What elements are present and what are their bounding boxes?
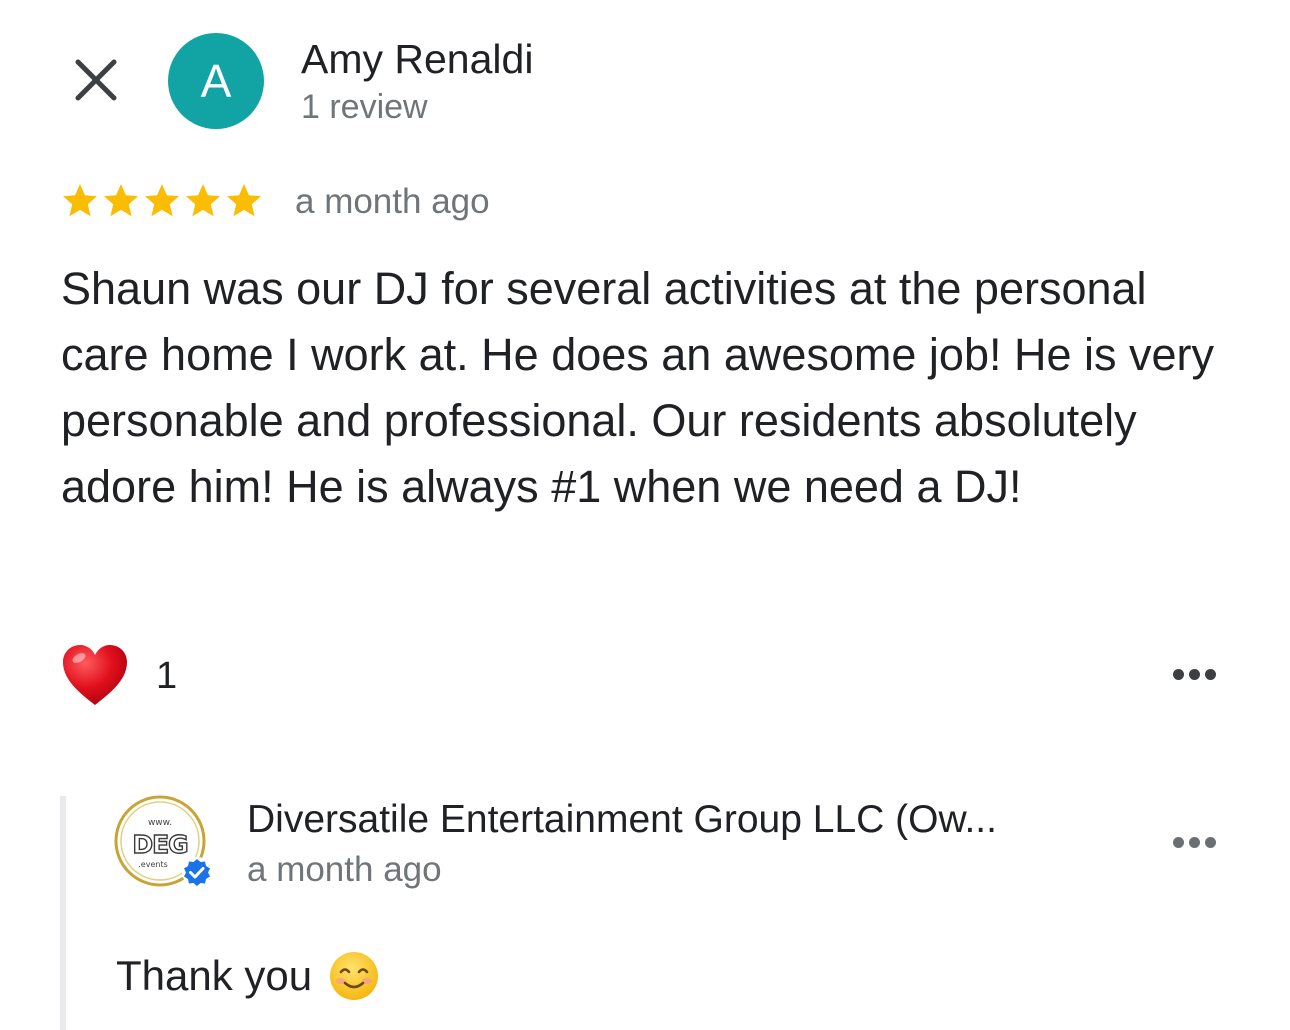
reviewer-avatar[interactable]: A bbox=[168, 33, 264, 129]
owner-reply-text: Thank you bbox=[116, 950, 380, 1002]
star-icon bbox=[63, 184, 97, 217]
dot bbox=[1172, 836, 1184, 848]
smiling-face-icon bbox=[330, 952, 379, 1000]
close-button[interactable] bbox=[66, 50, 126, 110]
dot bbox=[1188, 668, 1200, 680]
logo-top-text: www. bbox=[148, 818, 172, 828]
avatar-letter: A bbox=[200, 55, 232, 107]
owner-reply-message: Thank you bbox=[116, 952, 313, 999]
owner-name: Diversatile Entertainment Group LLC (Ow.… bbox=[247, 798, 997, 841]
more-horizontal-icon bbox=[1172, 836, 1216, 848]
reviewer-name[interactable]: Amy Renaldi bbox=[301, 36, 533, 83]
verified-badge-icon bbox=[182, 857, 212, 887]
star-icon bbox=[186, 184, 220, 217]
review-detail-sheet: A Amy Renaldi 1 review a month ago Shaun… bbox=[0, 0, 1290, 1030]
star-rating bbox=[61, 182, 263, 220]
review-text: Shaun was our DJ for several activities … bbox=[61, 263, 1215, 512]
owner-reply-more-button[interactable] bbox=[1164, 822, 1224, 862]
dot bbox=[1172, 668, 1184, 680]
owner-reply-time: a month ago bbox=[247, 850, 442, 889]
review-time: a month ago bbox=[295, 182, 490, 221]
more-horizontal-icon bbox=[1172, 668, 1216, 680]
dot bbox=[1204, 668, 1216, 680]
close-icon bbox=[75, 59, 117, 101]
star-icon bbox=[145, 184, 179, 217]
reaction-button[interactable]: 1 bbox=[60, 640, 177, 712]
review-more-button[interactable] bbox=[1164, 654, 1224, 694]
owner-avatar[interactable]: www. DEG .events bbox=[113, 795, 213, 889]
star-icon bbox=[104, 184, 138, 217]
logo-main-text: DEG bbox=[132, 830, 187, 859]
dot bbox=[1188, 836, 1200, 848]
reaction-count: 1 bbox=[156, 654, 178, 697]
red-heart-icon bbox=[63, 645, 127, 705]
star-icon bbox=[227, 184, 261, 217]
owner-reply-divider bbox=[60, 796, 66, 1030]
logo-bottom-text: .events bbox=[138, 860, 168, 869]
deg-logo: www. DEG .events bbox=[114, 795, 212, 887]
dot bbox=[1204, 836, 1216, 848]
reviewer-review-count: 1 review bbox=[301, 88, 428, 126]
